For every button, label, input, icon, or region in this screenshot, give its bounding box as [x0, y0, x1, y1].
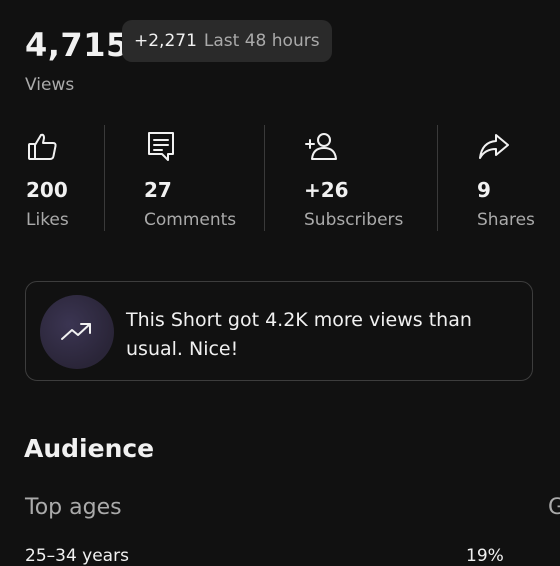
- likes-value: 200: [26, 178, 68, 202]
- shares-value: 9: [477, 178, 491, 202]
- age-row-label: 25–34 years: [25, 546, 129, 566]
- share-icon: [479, 134, 509, 159]
- audience-title: Audience: [24, 434, 155, 463]
- shares-label: Shares: [477, 210, 535, 230]
- age-row-percent: 19%: [466, 546, 504, 566]
- add-person-icon: [305, 133, 337, 160]
- comments-label: Comments: [144, 210, 237, 230]
- views-delta-chip: +2,271 Last 48 hours: [122, 20, 332, 62]
- views-label: Views: [25, 75, 75, 95]
- stat-subscribers: +26 Subscribers: [304, 130, 403, 230]
- stat-divider: [104, 125, 105, 231]
- stat-divider: [437, 125, 438, 231]
- views-delta-value: +2,271: [134, 31, 197, 51]
- stat-shares: 9 Shares: [477, 130, 535, 230]
- stat-divider: [264, 125, 265, 231]
- next-audience-tab-partial: G: [548, 495, 560, 520]
- views-delta-period: Last 48 hours: [203, 31, 320, 51]
- stat-comments: 27 Comments: [144, 130, 236, 230]
- insight-text: This Short got 4.2K more views than usua…: [126, 309, 472, 360]
- trending-up-icon: [61, 323, 91, 340]
- insight-badge: [40, 295, 114, 369]
- views-count: 4,715: [25, 26, 129, 64]
- insight-card[interactable]: This Short got 4.2K more views than usua…: [25, 281, 533, 381]
- likes-label: Likes: [26, 210, 69, 230]
- subscribers-label: Subscribers: [304, 210, 404, 230]
- top-ages-label: Top ages: [25, 495, 122, 520]
- thumbs-up-icon: [28, 133, 57, 160]
- comments-value: 27: [144, 178, 172, 202]
- comment-icon: [148, 132, 174, 161]
- subscribers-value: +26: [304, 178, 349, 202]
- stat-likes: 200 Likes: [26, 130, 69, 230]
